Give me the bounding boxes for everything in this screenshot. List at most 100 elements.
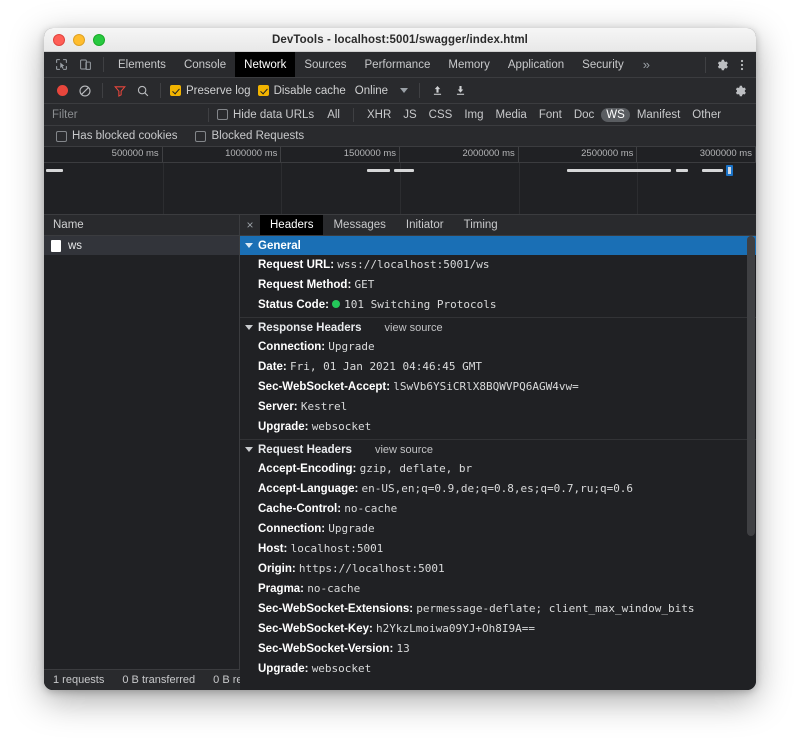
header-row: Request Method: GET [240,275,756,295]
view-source-link-response[interactable]: view source [385,322,443,334]
device-toolbar-icon[interactable] [76,56,94,74]
network-overview-timeline[interactable]: 500000 ms 1000000 ms 1500000 ms 2000000 … [44,147,756,215]
toolbar-divider-2 [160,83,161,98]
window-title: DevTools - localhost:5001/swagger/index.… [272,33,528,46]
filter-type-all[interactable]: All [322,108,345,122]
tab-timing[interactable]: Timing [454,215,508,235]
search-icon[interactable] [133,81,153,101]
tab-performance[interactable]: Performance [356,52,440,77]
tabbar-left-icons [44,52,98,77]
timeline-tick-label: 2500000 ms [581,148,634,159]
more-options-icon[interactable] [733,56,751,74]
view-source-link-request[interactable]: view source [375,444,433,456]
disable-cache-checkbox[interactable]: Disable cache [256,85,348,97]
tab-initiator-label: Initiator [405,219,444,231]
network-toolbar-right [730,81,756,101]
header-row: Sec-WebSocket-Key: h2YkzLmoiwa09YJ+Oh8I9… [240,619,756,639]
blocked-requests-checkbox[interactable]: Blocked Requests [193,130,306,142]
details-scrollbar[interactable] [746,236,755,690]
filter-type-ws[interactable]: WS [601,107,630,122]
filter-type-js[interactable]: JS [398,108,421,122]
timeline-current-marker [726,165,734,176]
filter-type-media[interactable]: Media [491,108,532,122]
section-title-response-headers: Response Headers [258,321,362,334]
import-har-icon[interactable] [427,81,447,101]
tab-elements[interactable]: Elements [109,52,175,77]
request-list-header[interactable]: Name [44,215,239,236]
filter-type-xhr[interactable]: XHR [362,108,396,122]
tab-memory[interactable]: Memory [439,52,499,77]
throttling-dropdown[interactable]: Online [351,85,412,97]
blocked-requests-label: Blocked Requests [211,130,305,142]
filter-type-font[interactable]: Font [534,108,567,122]
network-panel-body: Name ws × Headers Messages Initiator Tim… [44,215,756,690]
tab-headers[interactable]: Headers [260,215,324,235]
filter-icon[interactable] [110,81,130,101]
tabbar-divider [103,57,104,72]
header-value: wss://localhost:5001/ws [337,258,490,271]
filter-type-css[interactable]: CSS [424,108,458,122]
filter-type-manifest[interactable]: Manifest [632,108,685,122]
header-value: 101 Switching Protocols [344,298,497,311]
tab-security-label: Security [582,58,624,71]
tab-performance-label: Performance [364,58,431,71]
has-blocked-cookies-checkbox[interactable]: Has blocked cookies [54,130,179,142]
table-row[interactable]: ws [44,236,239,255]
tab-network[interactable]: Network [235,52,296,77]
preserve-log-checkbox[interactable]: Preserve log [168,85,253,97]
section-header-general[interactable]: General [240,236,756,255]
header-value: https://localhost:5001 [298,562,445,575]
header-name: Connection: [258,523,326,535]
network-settings-gear-icon[interactable] [730,81,750,101]
inspect-element-icon[interactable] [52,56,70,74]
section-title-general: General [258,239,301,252]
more-tabs-chevron-icon[interactable]: » [633,52,660,77]
chevron-down-icon [245,447,253,452]
filter-type-other[interactable]: Other [687,108,726,122]
disable-cache-checkbox-box [257,85,269,96]
header-name: Server: [258,401,298,413]
section-header-response-headers[interactable]: Response Headers view source [240,318,756,337]
header-value: Upgrade [328,340,375,353]
hide-data-urls-label: Hide data URLs [233,108,315,121]
header-row: Date: Fri, 01 Jan 2021 04:46:45 GMT [240,357,756,377]
header-name: Cache-Control: [258,503,342,515]
header-name: Accept-Encoding: [258,463,357,475]
disable-cache-label: Disable cache [273,84,346,97]
timeline-tick: 1000000 ms [163,147,282,162]
header-name: Upgrade: [258,421,309,433]
timeline-activity-bar [567,169,672,172]
tab-security[interactable]: Security [573,52,633,77]
details-tabbar: × Headers Messages Initiator Timing [240,215,756,236]
filter-type-img[interactable]: Img [459,108,488,122]
tab-messages[interactable]: Messages [323,215,395,235]
header-name: Connection: [258,341,326,353]
header-row: Origin: https://localhost:5001 [240,559,756,579]
blocked-filters-bar: Has blocked cookies Blocked Requests [44,126,756,147]
details-scrollbar-thumb[interactable] [747,236,755,536]
devtools-window: DevTools - localhost:5001/swagger/index.… [44,28,756,690]
gear-icon[interactable] [713,56,731,74]
clear-button[interactable] [75,81,95,101]
timeline-tick-label: 1500000 ms [343,148,397,159]
filter-divider-2 [352,107,354,122]
header-name: Origin: [258,563,296,575]
tab-console[interactable]: Console [175,52,235,77]
window-titlebar: DevTools - localhost:5001/swagger/index.… [44,28,756,52]
filter-type-doc[interactable]: Doc [569,108,599,122]
preserve-log-checkbox-box [170,85,181,96]
tab-application[interactable]: Application [499,52,573,77]
export-har-icon[interactable] [450,81,470,101]
close-icon[interactable]: × [240,215,260,235]
header-name: Status Code: [258,299,329,311]
hide-data-urls-checkbox[interactable]: Hide data URLs [215,109,316,121]
timeline-tick-label: 500000 ms [111,148,159,159]
filter-input[interactable]: Filter [44,109,202,121]
section-header-request-headers[interactable]: Request Headers view source [240,440,756,459]
timeline-tick-label: 2000000 ms [462,148,515,159]
tab-initiator[interactable]: Initiator [396,215,454,235]
header-value: gzip, deflate, br [359,462,473,475]
chevron-down-icon [245,325,253,330]
record-button[interactable] [52,81,72,101]
tab-sources[interactable]: Sources [295,52,355,77]
